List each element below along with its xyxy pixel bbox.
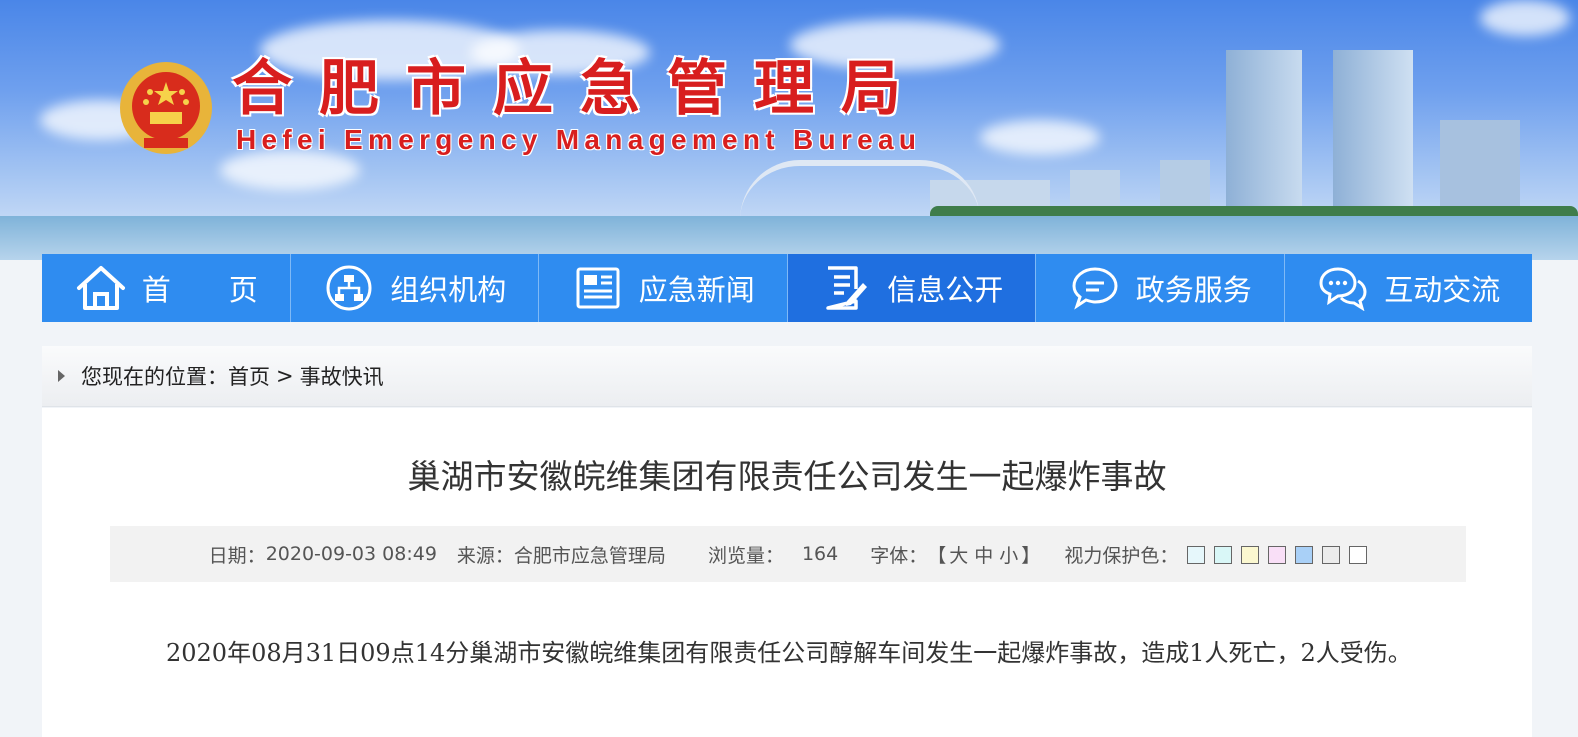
- cloud: [1480, 0, 1570, 36]
- date-label: 日期：: [208, 544, 266, 567]
- font-bracket-open: 【: [927, 544, 947, 567]
- nav-item-organization[interactable]: 组织机构: [291, 254, 539, 322]
- nav-label: 应急新闻: [638, 273, 755, 307]
- nav-label: 首 页: [141, 273, 258, 307]
- date-value: 2020-09-03 08:49: [265, 543, 437, 565]
- article-title: 巢湖市安徽皖维集团有限责任公司发生一起爆炸事故: [407, 457, 1167, 496]
- eye-care-swatch-2[interactable]: [1214, 545, 1233, 564]
- article-panel: 巢湖市安徽皖维集团有限责任公司发生一起爆炸事故 日期： 2020-09-03 0…: [42, 408, 1532, 737]
- document-edit-icon: [819, 261, 873, 315]
- org-chart-icon: [322, 261, 376, 315]
- building: [1440, 120, 1520, 220]
- nav-item-interaction[interactable]: 互动交流: [1285, 254, 1533, 322]
- article-body: 2020年08月31日09点14分巢湖市安徽皖维集团有限责任公司醇解车间发生一起…: [166, 639, 1412, 667]
- breadcrumb-home-link[interactable]: 首页: [228, 361, 270, 391]
- national-emblem-icon: [120, 62, 212, 154]
- font-size-small-button[interactable]: 小: [999, 541, 1018, 568]
- eye-care-swatch-4[interactable]: [1268, 545, 1287, 564]
- site-title: 合肥市应急管理局: [232, 54, 928, 124]
- views-value: 164: [801, 543, 839, 565]
- eye-care-swatch-3[interactable]: [1241, 545, 1260, 564]
- main-nav: 首 页 组织机构 应急新闻 信息公开 政务服务 互动交流: [42, 254, 1532, 322]
- nav-label: 互动交流: [1384, 273, 1501, 307]
- nav-label: 政务服务: [1135, 273, 1252, 307]
- nav-item-news[interactable]: 应急新闻: [539, 254, 788, 322]
- breadcrumb-arrow-icon: [58, 370, 65, 382]
- breadcrumb-prefix: 您现在的位置：: [81, 365, 228, 389]
- nav-label: 信息公开: [887, 273, 1004, 307]
- article-meta: 日期： 2020-09-03 08:49 来源： 合肥市应急管理局 浏览量： 1…: [110, 526, 1466, 582]
- source-value: 合肥市应急管理局: [513, 544, 666, 567]
- chat-bubble-icon: [1068, 261, 1122, 315]
- nav-item-home[interactable]: 首 页: [42, 254, 291, 322]
- font-size-medium-button[interactable]: 中: [974, 541, 993, 568]
- eye-care-label: 视力保护色：: [1064, 544, 1179, 567]
- eye-care-swatch-5[interactable]: [1295, 545, 1314, 564]
- nav-label: 组织机构: [390, 273, 507, 307]
- breadcrumb-separator: >: [276, 364, 294, 388]
- comments-icon: [1316, 261, 1370, 315]
- font-size-large-button[interactable]: 大: [949, 541, 968, 568]
- font-bracket-close: 】: [1021, 544, 1041, 567]
- eye-care-swatch-7[interactable]: [1349, 545, 1368, 564]
- source-label: 来源：: [456, 544, 514, 567]
- skyscraper: [1333, 50, 1413, 220]
- cloud: [220, 150, 360, 190]
- nav-item-services[interactable]: 政务服务: [1036, 254, 1285, 322]
- nav-item-info-disclosure[interactable]: 信息公开: [787, 254, 1036, 322]
- newspaper-icon: [571, 261, 625, 315]
- font-size-label: 字体：: [870, 544, 928, 567]
- home-icon: [74, 261, 128, 315]
- eye-care-swatch-1[interactable]: [1187, 545, 1206, 564]
- header-banner: 合肥市应急管理局 Hefei Emergency Management Bure…: [0, 0, 1578, 260]
- breadcrumb: 您现在的位置： 首页 > 事故快讯: [42, 346, 1532, 407]
- views-label: 浏览量：: [707, 544, 784, 567]
- eye-care-swatches: [1178, 543, 1368, 565]
- cloud: [980, 120, 1100, 155]
- skyscraper: [1226, 50, 1302, 220]
- breadcrumb-current-link[interactable]: 事故快讯: [300, 361, 384, 391]
- site-subtitle: Hefei Emergency Management Bureau: [236, 124, 922, 155]
- eye-care-swatch-6[interactable]: [1322, 545, 1341, 564]
